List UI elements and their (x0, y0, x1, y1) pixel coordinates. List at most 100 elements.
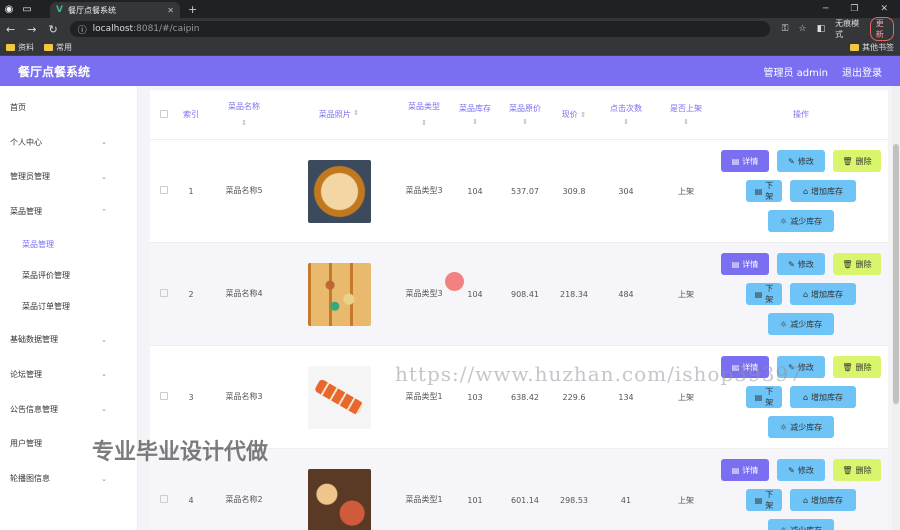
site-info-icon[interactable]: ⓘ (78, 23, 87, 36)
th-on-shelf[interactable]: 是否上架 ⇕ (658, 103, 714, 126)
row-checkbox[interactable] (150, 392, 178, 402)
sidebar-item-notices[interactable]: 公告信息管理 ⌄ (0, 392, 137, 427)
sidebar-item-carousel[interactable]: 轮播图信息 ⌄ (0, 461, 137, 496)
dish-photo[interactable] (307, 262, 371, 326)
table-row: 2 菜品名称4 菜品类型3 104 908.41 218.34 484 上架 ▤… (150, 243, 888, 346)
sidebar-subitem-dish-orders[interactable]: 菜品订单管理 (0, 291, 137, 322)
th-clicks[interactable]: 点击次数 ⇕ (594, 103, 658, 126)
off-shelf-button[interactable]: ▤ 下架 (746, 283, 782, 305)
delete-button[interactable]: 🗑 删除 (833, 459, 881, 481)
reduce-stock-button[interactable]: ☼ 减少库存 (768, 210, 834, 232)
reduce-stock-button[interactable]: ☼ 减少库存 (768, 519, 834, 530)
th-now-price[interactable]: 现价 ⇕ (554, 109, 594, 120)
new-tab-icon[interactable]: + (188, 3, 197, 16)
url-field[interactable]: ⓘ localhost:8081/#/caipin (69, 21, 770, 37)
off-shelf-button[interactable]: ▤ 下架 (746, 489, 782, 511)
edit-button[interactable]: ✎ 修改 (777, 150, 825, 172)
add-stock-button[interactable]: ⌂ 增加库存 (790, 180, 856, 202)
forward-icon[interactable]: → (27, 23, 36, 36)
sidebar-item-home[interactable]: 首页 (0, 90, 137, 125)
th-price[interactable]: 菜品原价 ⇕ (496, 103, 554, 126)
bookmark-item[interactable]: 资料 (6, 42, 34, 53)
off-shelf-button[interactable]: ▤ 下架 (746, 180, 782, 202)
sort-icon[interactable]: ⇕ (353, 109, 359, 120)
sort-icon[interactable]: ⇕ (204, 117, 284, 129)
trash-icon: 🗑 (842, 465, 853, 475)
other-bookmarks[interactable]: 其他书签 (850, 42, 894, 53)
tab-list-icon[interactable]: ▭ (18, 4, 36, 15)
scrollbar[interactable] (892, 86, 900, 530)
logout-link[interactable]: 退出登录 (842, 64, 882, 79)
back-icon[interactable]: ← (6, 23, 15, 36)
app-title: 餐厅点餐系统 (18, 64, 91, 79)
row-checkbox[interactable] (150, 495, 178, 505)
incognito-label[interactable]: 无痕模式 (835, 18, 860, 40)
sidebar-item-admin[interactable]: 管理员管理 ⌄ (0, 160, 137, 195)
reduce-stock-button[interactable]: ☼ 减少库存 (768, 416, 834, 438)
detail-button[interactable]: ▤ 详情 (721, 253, 769, 275)
key-icon[interactable]: ⚿ (782, 24, 789, 34)
select-all-checkbox[interactable] (150, 109, 178, 120)
cell-type: 菜品类型1 (405, 392, 443, 401)
bookmark-item[interactable]: 常用 (44, 42, 72, 53)
row-checkbox[interactable] (150, 289, 178, 299)
edit-button[interactable]: ✎ 修改 (777, 459, 825, 481)
scrollbar-thumb[interactable] (893, 144, 899, 404)
delete-button[interactable]: 🗑 删除 (833, 253, 881, 275)
bulb-icon: ☼ (779, 319, 788, 329)
off-shelf-button[interactable]: ▤ 下架 (746, 386, 782, 408)
cursor-highlight (445, 272, 464, 291)
th-stock[interactable]: 菜品库存 ⇕ (454, 103, 496, 126)
th-type[interactable]: 菜品类型 ⇕ (394, 101, 454, 129)
close-tab-icon[interactable]: ✕ (167, 6, 174, 15)
reduce-stock-button[interactable]: ☼ 减少库存 (768, 313, 834, 335)
delete-button[interactable]: 🗑 删除 (833, 150, 881, 172)
sort-icon[interactable]: ⇕ (496, 118, 554, 126)
reload-icon[interactable]: ↻ (48, 23, 57, 36)
sidebar-item-profile[interactable]: 个人中心 ⌄ (0, 125, 137, 160)
user-label[interactable]: 管理员 admin (763, 64, 828, 79)
delete-button[interactable]: 🗑 删除 (833, 356, 881, 378)
cell-stock: 101 (467, 495, 483, 505)
minimize-icon[interactable]: ─ (823, 4, 828, 14)
tag-icon: ⌂ (802, 495, 809, 505)
sidepanel-icon[interactable]: ◧ (817, 24, 826, 34)
window-close-icon[interactable]: ✕ (880, 4, 888, 14)
detail-button[interactable]: ▤ 详情 (721, 459, 769, 481)
row-checkbox[interactable] (150, 186, 178, 196)
chevron-down-icon: ⌄ (101, 370, 107, 379)
sidebar-item-forum[interactable]: 论坛管理 ⌄ (0, 357, 137, 392)
browser-tab[interactable]: V 餐厅点餐系统 ✕ (50, 2, 180, 18)
browser-menu-icon[interactable]: ◉ (0, 4, 18, 15)
sidebar-item-dishes[interactable]: 菜品管理 ⌃ (0, 194, 137, 229)
cell-index: 2 (188, 289, 194, 299)
cell-stock: 103 (467, 392, 483, 402)
cell-on-shelf: 上架 (678, 495, 694, 505)
site-watermark: https://www.huzhan.com/ishop39397 (395, 362, 803, 386)
th-image[interactable]: 菜品照片 ⇕ (284, 109, 394, 120)
cell-type: 菜品类型3 (405, 186, 443, 195)
sidebar-subitem-dish-manage[interactable]: 菜品管理 (0, 229, 137, 260)
add-stock-button[interactable]: ⌂ 增加库存 (790, 386, 856, 408)
edit-button[interactable]: ✎ 修改 (777, 253, 825, 275)
dish-photo[interactable] (307, 365, 371, 429)
cell-index: 1 (188, 186, 194, 196)
sort-icon[interactable]: ⇕ (394, 117, 454, 129)
add-stock-button[interactable]: ⌂ 增加库存 (790, 489, 856, 511)
sort-icon[interactable]: ⇕ (658, 118, 714, 126)
star-icon[interactable]: ☆ (799, 24, 807, 34)
sort-icon[interactable]: ⇕ (594, 118, 658, 126)
sort-icon[interactable]: ⇕ (580, 111, 586, 119)
detail-button[interactable]: ▤ 详情 (721, 150, 769, 172)
add-stock-button[interactable]: ⌂ 增加库存 (790, 283, 856, 305)
sort-icon[interactable]: ⇕ (454, 118, 496, 126)
sidebar-subitem-dish-reviews[interactable]: 菜品评价管理 (0, 260, 137, 291)
restore-icon[interactable]: ❐ (850, 4, 858, 14)
dish-photo[interactable] (307, 159, 371, 223)
th-name[interactable]: 菜品名称 ⇕ (204, 101, 284, 129)
row-actions: ▤ 详情 ✎ 修改 🗑 删除 ▤ 下架 ⌂ 增加库存 ☼ 减少库存 (714, 150, 888, 232)
dish-photo[interactable] (307, 468, 371, 530)
address-toolbar: ← → ↻ ⓘ localhost:8081/#/caipin ⚿ ☆ ◧ 无痕… (0, 17, 900, 41)
sidebar-item-base-data[interactable]: 基础数据管理 ⌄ (0, 322, 137, 357)
update-button[interactable]: 更新 (869, 17, 894, 41)
